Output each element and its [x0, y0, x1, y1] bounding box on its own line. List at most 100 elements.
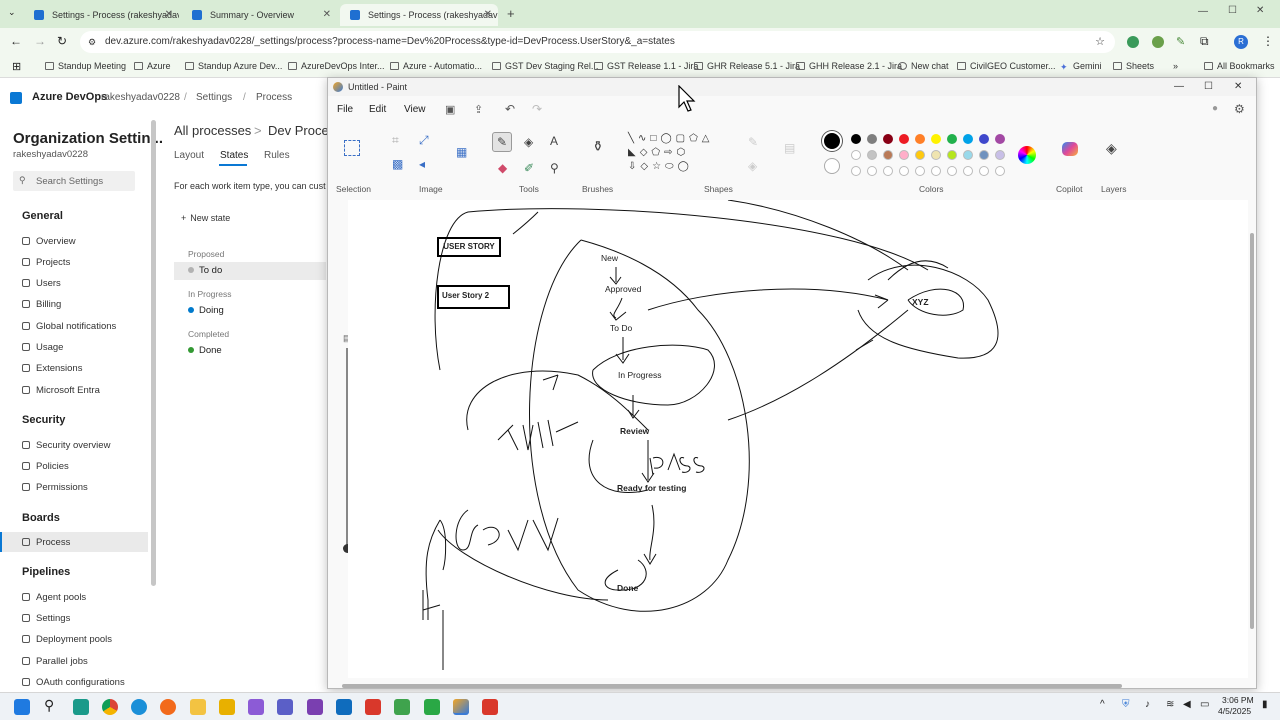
sidebar-item-extensions[interactable]: Extensions: [22, 363, 82, 374]
file-explorer-icon[interactable]: [190, 699, 206, 715]
tab-rules[interactable]: Rules: [264, 150, 290, 161]
browser-tab-3[interactable]: Settings - Process (rakeshyadav ✕: [340, 4, 498, 26]
apps-icon[interactable]: ⊞: [12, 60, 21, 73]
color-swatch[interactable]: [979, 150, 989, 160]
browser-tab-2[interactable]: Summary - Overview ✕: [182, 4, 337, 26]
close-window-button[interactable]: ✕: [1256, 5, 1264, 16]
custom-color-slot[interactable]: [963, 166, 973, 176]
fill-icon[interactable]: ◈: [524, 136, 533, 148]
tab-states[interactable]: States: [220, 150, 248, 161]
teams-icon[interactable]: [277, 699, 293, 715]
taskbar-search-icon[interactable]: ⚲: [44, 697, 54, 714]
color-swatch[interactable]: [979, 134, 989, 144]
redo-icon[interactable]: ↷: [532, 102, 542, 116]
color-swatch[interactable]: [963, 150, 973, 160]
sidebar-item-policies[interactable]: Policies: [22, 461, 69, 472]
bookmark-item[interactable]: GST Release 1.1 - Jira: [594, 61, 698, 71]
color-swatch[interactable]: [883, 134, 893, 144]
color-swatch[interactable]: [931, 150, 941, 160]
sidebar-item-parallel-jobs[interactable]: Parallel jobs: [22, 656, 88, 667]
bookmark-item[interactable]: Azure - Automatio...: [390, 61, 482, 71]
canvas-horizontal-scrollbar[interactable]: [342, 684, 1122, 688]
bookmark-item[interactable]: New chat: [898, 61, 949, 71]
sidebar-item-overview[interactable]: Overview: [22, 236, 76, 247]
back-icon[interactable]: ←: [10, 34, 22, 48]
breadcrumb-settings[interactable]: Settings: [196, 92, 232, 103]
rotate-icon[interactable]: ◂: [419, 158, 425, 170]
bookmark-item[interactable]: AzureDevOps Inter...: [288, 61, 385, 71]
clock-time[interactable]: 3:06 PM: [1222, 695, 1254, 705]
menu-view[interactable]: View: [404, 104, 426, 115]
all-processes-link[interactable]: All processes: [174, 123, 251, 138]
sidebar-item-pipeline-settings[interactable]: Settings: [22, 613, 70, 624]
bookmark-item[interactable]: CivilGEO Customer...: [957, 61, 1056, 71]
outlook-icon[interactable]: [336, 699, 352, 715]
color-swatch[interactable]: [867, 134, 877, 144]
state-row[interactable]: Done: [188, 345, 222, 356]
profile-avatar[interactable]: R: [1234, 35, 1248, 49]
color-swatch[interactable]: [995, 134, 1005, 144]
extension-icon[interactable]: [1127, 36, 1139, 48]
search-settings-input[interactable]: ⚲ Search Settings: [13, 171, 135, 191]
pencil-tool-button[interactable]: ✎: [492, 132, 512, 152]
sidebar-item-process[interactable]: Process: [22, 537, 70, 548]
color-swatch[interactable]: [995, 150, 1005, 160]
custom-color-slot[interactable]: [931, 166, 941, 176]
taskbar-app-icon[interactable]: [73, 699, 89, 715]
selection-tool-icon[interactable]: [344, 140, 360, 156]
canvas-vertical-scrollbar[interactable]: [1250, 233, 1254, 629]
visual-studio-icon[interactable]: [248, 699, 264, 715]
close-window-button[interactable]: ✕: [1234, 78, 1242, 96]
minimize-window-button[interactable]: —: [1174, 78, 1184, 96]
paint-icon[interactable]: [453, 699, 469, 715]
bookmarks-overflow-icon[interactable]: »: [1173, 61, 1178, 71]
settings-gear-icon[interactable]: ⚙: [1234, 102, 1245, 116]
more-menu-icon[interactable]: ⋮: [1262, 34, 1274, 48]
bookmark-star-icon[interactable]: ☆: [1095, 31, 1105, 53]
address-bar[interactable]: ⚙ dev.azure.com/rakeshyadav0228/_setting…: [80, 31, 1115, 53]
color-swatch[interactable]: [883, 150, 893, 160]
clock-date[interactable]: 4/5/2025: [1218, 706, 1251, 716]
bookmark-item[interactable]: Standup Azure Dev...: [185, 61, 282, 71]
visual-studio-icon[interactable]: [307, 699, 323, 715]
state-row[interactable]: To do: [188, 265, 222, 276]
color-swatch[interactable]: [851, 150, 861, 160]
magnifier-icon[interactable]: ⚲: [550, 162, 559, 174]
primary-color-swatch[interactable]: [822, 131, 842, 151]
sidebar-item-billing[interactable]: Billing: [22, 299, 61, 310]
color-swatch[interactable]: [915, 134, 925, 144]
shape-outline-icon[interactable]: ✎: [748, 136, 758, 148]
bookmark-item[interactable]: Sheets: [1113, 61, 1154, 71]
bookmark-item[interactable]: Standup Meeting: [45, 61, 126, 71]
windows-start-icon[interactable]: [14, 699, 30, 715]
secondary-color-swatch[interactable]: [824, 158, 840, 174]
sidebar-item-permissions[interactable]: Permissions: [22, 482, 88, 493]
sidebar-item-oauth-configurations[interactable]: OAuth configurations: [22, 677, 125, 688]
notification-icon[interactable]: ●: [1212, 103, 1218, 114]
maximize-window-button[interactable]: ☐: [1228, 5, 1237, 16]
extensions-puzzle-icon[interactable]: ⧉: [1200, 34, 1209, 49]
taskbar-app-icon[interactable]: [394, 699, 410, 715]
sidebar-item-projects[interactable]: Projects: [22, 257, 70, 268]
color-swatch[interactable]: [899, 150, 909, 160]
new-state-button[interactable]: + New state: [181, 213, 230, 223]
sidebar-item-security-overview[interactable]: Security overview: [22, 440, 110, 451]
taskbar-app-icon[interactable]: [424, 699, 440, 715]
all-bookmarks[interactable]: All Bookmarks: [1204, 61, 1275, 71]
taskbar-app-icon[interactable]: [365, 699, 381, 715]
firefox-icon[interactable]: [160, 699, 176, 715]
tab-list-button[interactable]: ⌄: [8, 7, 16, 18]
shape-fill-icon[interactable]: ◈: [748, 160, 757, 172]
close-icon[interactable]: ✕: [323, 4, 331, 26]
custom-color-slot[interactable]: [899, 166, 909, 176]
extension-icon[interactable]: [1152, 36, 1164, 48]
custom-color-slot[interactable]: [979, 166, 989, 176]
bookmark-item[interactable]: GHH Release 2.1 - Jira: [796, 61, 902, 71]
custom-color-slot[interactable]: [883, 166, 893, 176]
custom-color-slot[interactable]: [947, 166, 957, 176]
crop-icon[interactable]: ⌗: [392, 134, 399, 146]
minimize-window-button[interactable]: —: [1198, 6, 1208, 17]
maximize-window-button[interactable]: ☐: [1204, 78, 1213, 96]
brush-icon[interactable]: ⚱: [592, 139, 604, 153]
battery-icon[interactable]: ▭: [1200, 699, 1209, 710]
